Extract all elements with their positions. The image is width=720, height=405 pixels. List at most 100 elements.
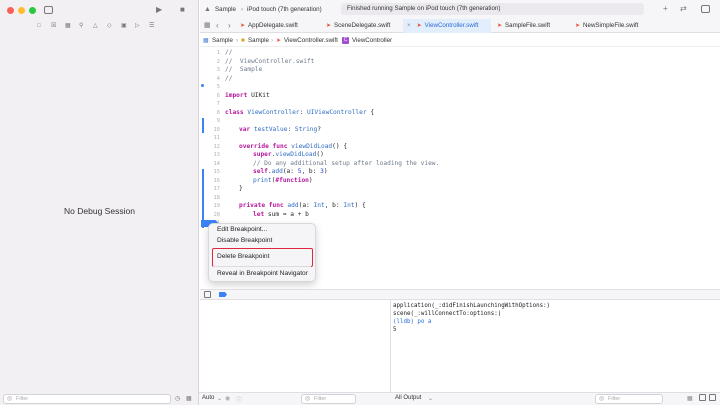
code-line: override func viewDidLoad() { [239,142,348,150]
scheme-selector[interactable]: Sample [215,6,236,13]
tab-viewcontroller[interactable]: × ➤ ViewController.swift [403,19,491,33]
back-icon[interactable]: ‹ [216,22,219,30]
breakpoint-context-menu: Edit Breakpoint... Disable Breakpoint De… [208,223,316,282]
breadcrumb-project[interactable]: Sample [212,35,233,47]
tab-samplefile[interactable]: ➤ SampleFile.swift [494,19,570,33]
line-number: 13 [213,152,220,158]
debug-bottom-bar: Auto ⌄ ◉ ⓘ Filter All Output ⌄ Filter ▦ [199,392,720,405]
variables-scope-selector[interactable]: Auto [202,395,214,401]
navigator-filter-input[interactable]: Filter [3,394,171,404]
close-tab-icon[interactable]: × [407,22,411,29]
output-selector[interactable]: All Output [395,395,421,401]
report-icon[interactable]: ☰ [149,22,154,30]
minimize-window-button[interactable] [18,7,25,14]
app-icon: ▲ [204,6,211,13]
swap-icon[interactable]: ⇄ [680,5,687,13]
line-number: 12 [213,143,220,150]
menu-separator [213,266,311,267]
menu-item-disable-breakpoint[interactable]: Disable Breakpoint [217,237,272,244]
filter-options-icon[interactable]: ▦ [186,395,192,403]
code-line: var testValue: String? [239,125,321,133]
issue-icon[interactable]: △ [93,22,98,30]
code-line: private func add(a: Int, b: Int) { [239,202,366,209]
inspector-toggle-icon[interactable] [701,5,710,13]
tab-newsimplefile[interactable]: ➤ NewSimpleFile.swift [572,19,662,33]
line-number: 3 [216,67,220,73]
related-items-icon[interactable]: ▦ [204,22,211,30]
swift-file-icon: ➤ [326,23,332,29]
find-icon[interactable]: ⚲ [79,22,83,30]
symbol-icon[interactable]: ▦ [65,22,71,30]
source-control-icon[interactable]: ☒ [51,22,56,30]
activity-view: Finished running Sample on iPod touch (7… [341,3,644,15]
tab-appdelegate[interactable]: ➤ AppDelegate.swift [235,19,321,33]
swift-file-icon: ➤ [575,23,581,29]
split-left-icon[interactable] [699,394,706,401]
code-line: // ViewController.swift [225,57,315,65]
variables-filter-input[interactable]: Filter [301,394,356,404]
breadcrumb-symbol[interactable]: ViewController [352,35,392,47]
code-line: print(#function) [253,176,313,184]
line-number: 11 [213,135,220,141]
stop-icon[interactable]: ■ [180,6,185,14]
status-text: Finished running Sample on iPod touch (7… [347,5,501,12]
swift-file-icon: ➤ [276,37,282,44]
code-line: // [225,74,233,82]
breakpoint-navigator-icon[interactable]: ▷ [135,22,140,30]
chevron-right-icon: › [241,6,244,13]
line-number: 1 [216,50,220,56]
line-number: 6 [216,92,220,99]
hide-debug-area-icon[interactable] [204,291,211,298]
menu-item-delete-breakpoint[interactable]: Delete Breakpoint [217,253,269,260]
folder-icon: ■ [241,37,245,44]
code-line: import UIKit [225,91,270,99]
code-line: super.viewDidLoad() [253,151,324,158]
code-line: // [225,49,233,56]
breadcrumb-file[interactable]: ViewController.swift [284,35,338,47]
chevron-right-icon: › [236,37,239,44]
swift-file-icon: ➤ [497,23,503,29]
class-icon: C [342,37,349,44]
line-number: 14 [213,160,220,167]
line-number: 2 [216,58,220,65]
chevron-down-icon: ⌄ [217,396,223,402]
change-bar [202,118,204,133]
console-output[interactable]: application(_:didFinishLaunchingWithOpti… [390,300,720,392]
line-number: 7 [216,101,220,107]
menu-item-reveal-breakpoint[interactable]: Reveal in Breakpoint Navigator [217,270,308,277]
debug-navigator-panel: ▶ ■ □ ☒ ▦ ⚲ △ ◇ ▣ ▷ ☰ No Debug Session F… [0,0,199,405]
project-icon: ▦ [203,37,209,44]
console-line: application(_:didFinishLaunchingWithOpti… [393,303,551,309]
chevron-right-icon: › [336,37,339,44]
breadcrumb: ▦ Sample › ■ Sample › ➤ ViewController.s… [200,35,720,47]
test-icon[interactable]: ◇ [107,22,112,30]
trash-icon[interactable]: ▦ [687,395,693,402]
breadcrumb-group[interactable]: Sample [248,35,269,47]
console-line: 5 [393,327,397,333]
zoom-window-button[interactable] [29,7,36,14]
device-selector[interactable]: iPod touch (7th generation) [247,6,322,13]
info-icon[interactable]: ⓘ [236,395,242,404]
sidebar-toggle-icon[interactable] [44,6,53,14]
eye-icon[interactable]: ◉ [225,395,230,402]
close-window-button[interactable] [7,7,14,14]
play-icon[interactable]: ▶ [156,6,162,14]
add-icon[interactable]: + [663,5,668,13]
editor-toolbar: ▲ Sample › iPod touch (7th generation) F… [200,0,720,33]
code-line: } [239,185,243,192]
line-number: 8 [216,109,220,116]
tab-scenedelegate[interactable]: ➤ SceneDelegate.swift [323,19,407,33]
console-line: (lldb) po a [393,319,432,325]
menu-item-edit-breakpoint[interactable]: Edit Breakpoint... [217,226,267,233]
chevron-down-icon: ⌄ [428,396,434,402]
breakpoints-toggle-icon[interactable] [219,292,227,297]
split-right-icon[interactable] [709,394,716,401]
console-filter-input[interactable]: Filter [595,394,663,404]
swift-file-icon: ➤ [240,23,246,29]
folder-icon[interactable]: □ [37,22,41,30]
debug-icon[interactable]: ▣ [121,22,127,30]
change-bar [202,169,204,203]
recent-files-icon[interactable]: ◷ [175,395,180,403]
code-line: class ViewController: UIViewController { [225,108,375,116]
forward-icon[interactable]: › [228,22,231,30]
